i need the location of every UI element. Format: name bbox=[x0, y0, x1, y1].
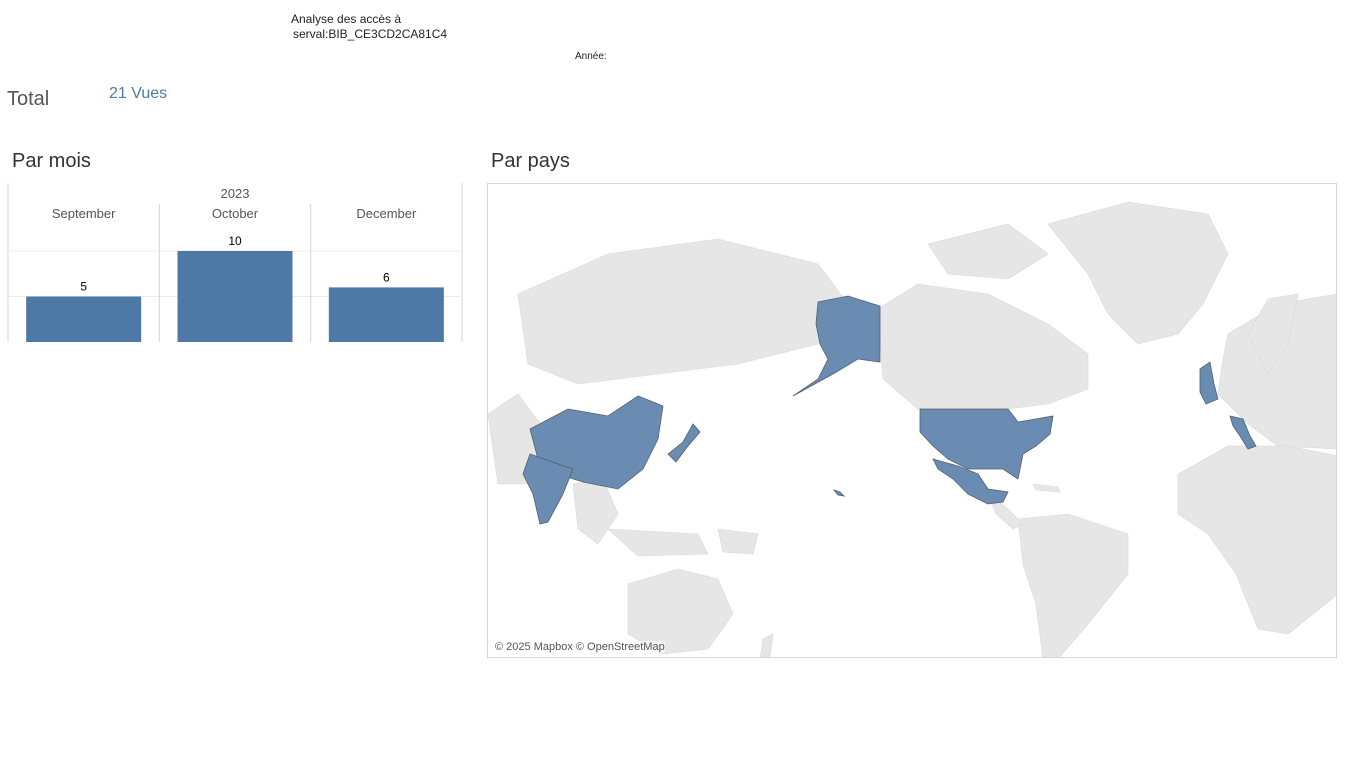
total-label: Total bbox=[7, 88, 50, 110]
map-attribution[interactable]: © 2025 Mapbox © OpenStreetMap bbox=[495, 641, 665, 653]
month-chart-title: Par mois bbox=[12, 150, 91, 172]
land-caribbean bbox=[1032, 483, 1061, 493]
land-south-america bbox=[1017, 513, 1129, 657]
country-map[interactable]: © 2025 Mapbox © OpenStreetMap bbox=[487, 183, 1337, 658]
land-russia bbox=[517, 238, 849, 385]
page-title: Analyse des accès à serval:BIB_CE3CD2CA8… bbox=[291, 12, 447, 42]
month-bar-chart: 2023 September 5 October 10 December 6 bbox=[7, 183, 463, 342]
bar bbox=[177, 251, 293, 342]
country-usa-hawaii[interactable] bbox=[832, 489, 846, 497]
land-africa bbox=[1177, 445, 1336, 635]
bar-value-label: 10 bbox=[228, 234, 242, 248]
title-line-1: Analyse des accès à bbox=[291, 12, 402, 26]
land-canada bbox=[877, 283, 1089, 410]
month-label: September bbox=[52, 206, 116, 221]
title-line-2: serval:BIB_CE3CD2CA81C4 bbox=[293, 27, 448, 41]
total-value[interactable]: 21 Vues bbox=[109, 85, 167, 103]
land-arctic-islands bbox=[927, 223, 1049, 280]
month-label: December bbox=[356, 206, 417, 221]
land-greenland bbox=[1047, 201, 1229, 345]
year-header: 2023 bbox=[221, 186, 250, 201]
bar-value-label: 5 bbox=[80, 280, 87, 294]
country-united-kingdom[interactable] bbox=[1199, 361, 1219, 405]
land-new-zealand bbox=[759, 633, 774, 657]
month-label: October bbox=[212, 206, 259, 221]
bar-value-label: 6 bbox=[383, 270, 390, 284]
land-southeast-asia bbox=[572, 478, 759, 557]
country-map-title: Par pays bbox=[491, 150, 570, 172]
year-filter-label[interactable]: Année: bbox=[575, 51, 607, 62]
country-japan[interactable] bbox=[667, 423, 701, 463]
world-map-svg bbox=[488, 201, 1336, 657]
bar bbox=[26, 296, 142, 342]
bar bbox=[328, 287, 444, 342]
